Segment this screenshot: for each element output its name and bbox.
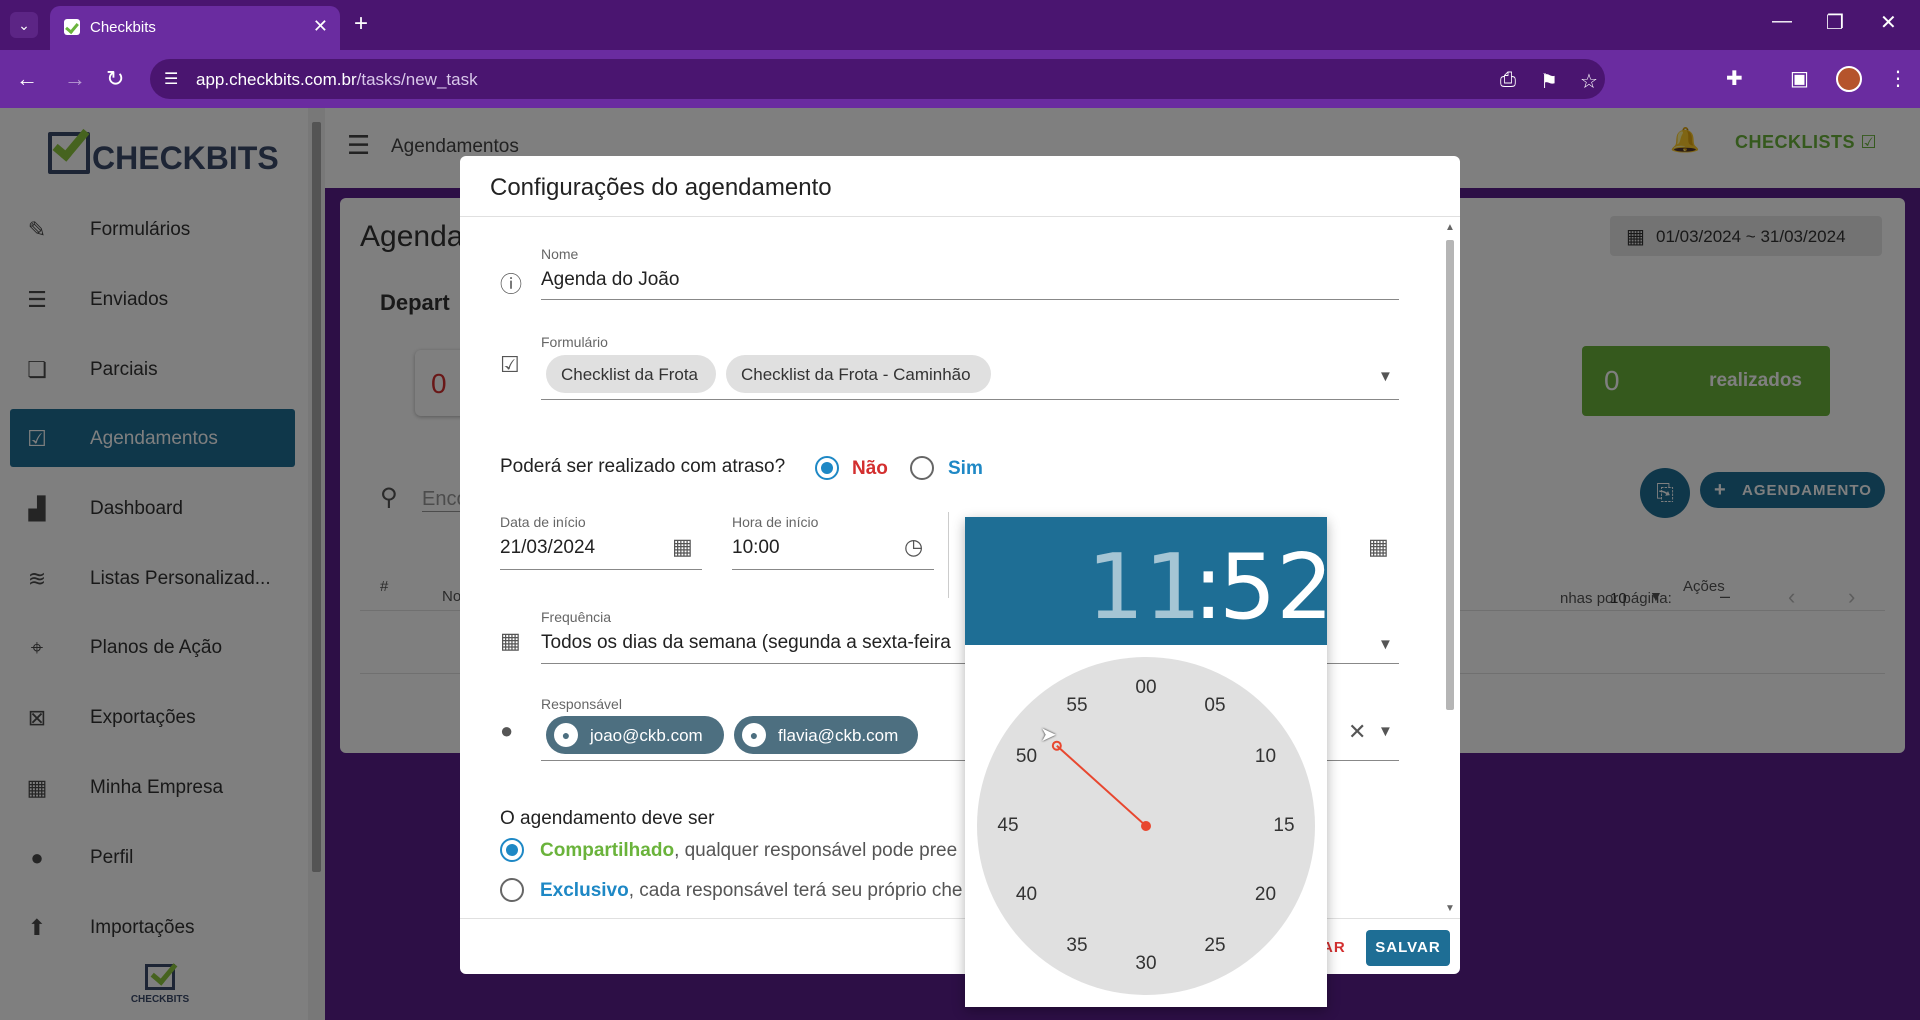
profile-avatar[interactable] [1836,66,1862,92]
person-icon: ● [500,718,514,743]
url-text: app.checkbits.com.br/tasks/new_task [196,70,478,89]
address-bar: ← → ↻ ☰ app.checkbits.com.br/tasks/new_t… [0,50,1920,108]
late-no-radio[interactable] [815,456,839,480]
caret-down-icon[interactable]: ▼ [1378,636,1393,653]
window-close-icon[interactable]: ✕ [1880,10,1897,35]
late-no-label[interactable]: Não [852,458,888,480]
minimize-icon[interactable]: — [1772,10,1792,33]
clock-center-dot [1141,821,1151,831]
shared-radio[interactable] [500,838,524,862]
browser-tab-bar: ⌄ Checkbits ✕ + — ❐ ✕ [0,0,1920,50]
calendar-repeat-icon: ▦ [500,628,521,653]
browser-tab[interactable]: Checkbits ✕ [50,6,340,50]
dial-minute-30[interactable]: 30 [1126,949,1166,979]
dial-minute-05[interactable]: 05 [1195,691,1235,721]
responsible-chip[interactable]: ● joao@ckb.com [546,716,724,754]
clock-hand [1056,744,1147,827]
dial-minute-55[interactable]: 55 [1057,691,1097,721]
bookmark-star-icon[interactable]: ☆ [1580,69,1598,94]
dial-minute-00[interactable]: 00 [1126,673,1166,703]
checkbits-favicon-icon [64,19,80,35]
browser-menu-icon[interactable]: ⋮ [1888,66,1908,91]
save-button[interactable]: SALVAR [1366,930,1450,966]
responsible-chip[interactable]: ● flavia@ckb.com [734,716,918,754]
reload-icon[interactable]: ↻ [106,66,124,92]
clock-dial[interactable]: 00 05 10 15 20 25 30 35 40 45 50 55 [977,657,1315,995]
start-time-underline [732,569,934,570]
clock-icon[interactable]: ◷ [904,534,923,560]
time-picker-header: 11 : 52 [965,517,1334,645]
share-question: O agendamento deve ser [500,808,715,829]
dial-minute-10[interactable]: 10 [1246,742,1286,772]
account-circle-icon: ● [742,723,766,747]
back-icon[interactable]: ← [16,66,38,92]
form-label: Formulário [541,334,608,350]
frequency-label: Frequência [541,609,612,625]
calendar-icon[interactable]: ▦ [1368,534,1389,560]
late-yes-radio[interactable] [910,456,934,480]
dial-minute-25[interactable]: 25 [1195,931,1235,961]
start-date-label: Data de início [500,514,586,530]
frequency-select[interactable]: Todos os dias da semana (segunda a sexta… [541,632,951,654]
start-date-underline [500,569,702,570]
dialog-scrollbar[interactable]: ▲ ▼ [1442,220,1458,916]
start-time-field[interactable]: 10:00 [732,537,780,559]
name-label: Nome [541,246,579,262]
new-tab-icon[interactable]: + [354,10,368,38]
calendar-icon[interactable]: ▦ [672,534,693,560]
info-icon: ⓘ [500,272,523,297]
tab-list-button[interactable]: ⌄ [10,12,38,38]
exclusive-radio[interactable] [500,878,524,902]
close-tab-icon[interactable]: ✕ [313,16,328,37]
divider [460,216,1460,217]
time-picker: 11 : 52 00 05 10 15 20 25 30 35 40 45 50 55 ➤ [965,517,1334,1007]
dial-minute-40[interactable]: 40 [1006,880,1046,910]
account-circle-icon: ● [554,723,578,747]
forward-icon[interactable]: → [64,66,86,92]
shared-option[interactable]: Compartilhado, qualquer responsável pode… [540,840,957,862]
dial-minute-35[interactable]: 35 [1057,931,1097,961]
mouse-cursor-icon: ➤ [1040,724,1057,746]
name-underline [541,299,1399,300]
start-time-label: Hora de início [732,514,819,530]
translate-icon[interactable]: ⚑ [1540,69,1558,94]
hour-display[interactable]: 11 [1087,535,1202,640]
extensions-icon[interactable]: ✚ [1726,66,1743,91]
form-underline [541,399,1399,400]
checkbox-list-icon: ☑ [500,352,520,377]
start-date-field[interactable]: 21/03/2024 [500,537,595,559]
late-yes-label[interactable]: Sim [948,458,983,480]
site-info-icon[interactable]: ☰ [164,69,184,89]
dial-minute-45[interactable]: 45 [988,811,1028,841]
late-question: Poderá ser realizado com atraso? [500,456,786,477]
minute-display[interactable]: 52 [1219,535,1334,640]
url-field[interactable]: ☰ app.checkbits.com.br/tasks/new_task ☆ … [150,59,1605,99]
caret-down-icon[interactable]: ▼ [1378,723,1393,740]
restore-icon[interactable]: ❐ [1826,10,1844,35]
caret-down-icon[interactable]: ▼ [1378,368,1393,385]
tab-title: Checkbits [90,19,156,36]
responsible-label: Responsável [541,696,622,712]
dialog-title: Configurações do agendamento [490,174,832,201]
form-chip[interactable]: Checklist da Frota [546,355,716,393]
exclusive-option[interactable]: Exclusivo, cada responsável terá seu pró… [540,880,962,902]
divider [948,512,949,598]
dial-minute-15[interactable]: 15 [1264,811,1304,841]
dial-minute-20[interactable]: 20 [1246,880,1286,910]
install-app-icon[interactable]: ⎙ [1500,69,1516,92]
clear-icon[interactable]: ✕ [1348,719,1366,745]
form-chip[interactable]: Checklist da Frota - Caminhão [726,355,991,393]
side-panel-icon[interactable]: ▣ [1790,66,1809,91]
name-field[interactable]: Agenda do João [541,269,679,291]
